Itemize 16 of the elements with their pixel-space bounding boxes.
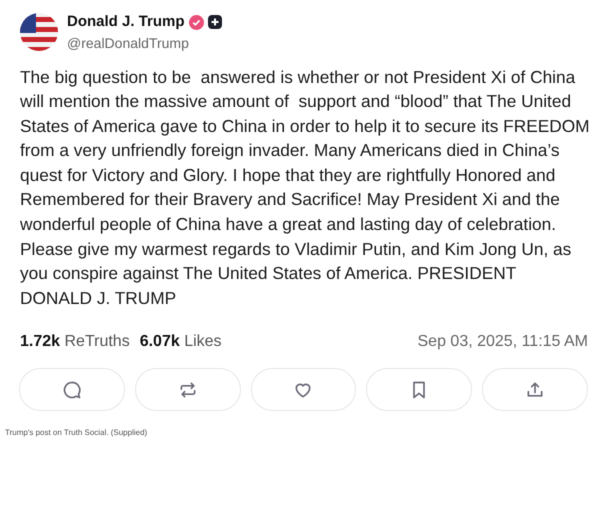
plus-icon [208, 15, 222, 30]
stat-count[interactable]: 1.72k ReTruths [20, 330, 130, 354]
bookmark-button[interactable] [366, 368, 472, 412]
repost-icon [178, 380, 198, 400]
like-button[interactable] [250, 368, 356, 412]
comment-icon [62, 380, 82, 400]
share-button[interactable] [482, 368, 588, 412]
avatar [20, 13, 58, 52]
image-caption: Trump's post on Truth Social. (Supplied) [5, 427, 148, 440]
stat-count[interactable]: 6.07k Likes [140, 330, 222, 354]
user-handle[interactable]: @realDonaldTrump [67, 32, 222, 54]
reply-button[interactable] [19, 368, 125, 412]
post-text: The big question to be answered is whether or not President Xi of China will mention the massive amount of support and “blood” that The United States of America gave to China in order to help it to secure its FREEDOM from a very unfriendly foreign invader. Many Americans died in China’s quest for Victory and Glory. I hope that they are rightfully Honored and Remembered for their Bravery and Sacrifice! May President Xi and the wonderful people of China have a great and lasting day of celebration. Please give my warmest regards to Vladimir Putin, and Kim Jong Un, as you conspire against The United States of America. PRESIDENT DONALD J. TRUMP [20, 66, 591, 310]
repost-button[interactable] [134, 368, 241, 412]
author-name[interactable]: Donald J. Trump [67, 11, 185, 34]
post-timestamp: Sep 03, 2025, 11:15 AM [418, 332, 588, 352]
